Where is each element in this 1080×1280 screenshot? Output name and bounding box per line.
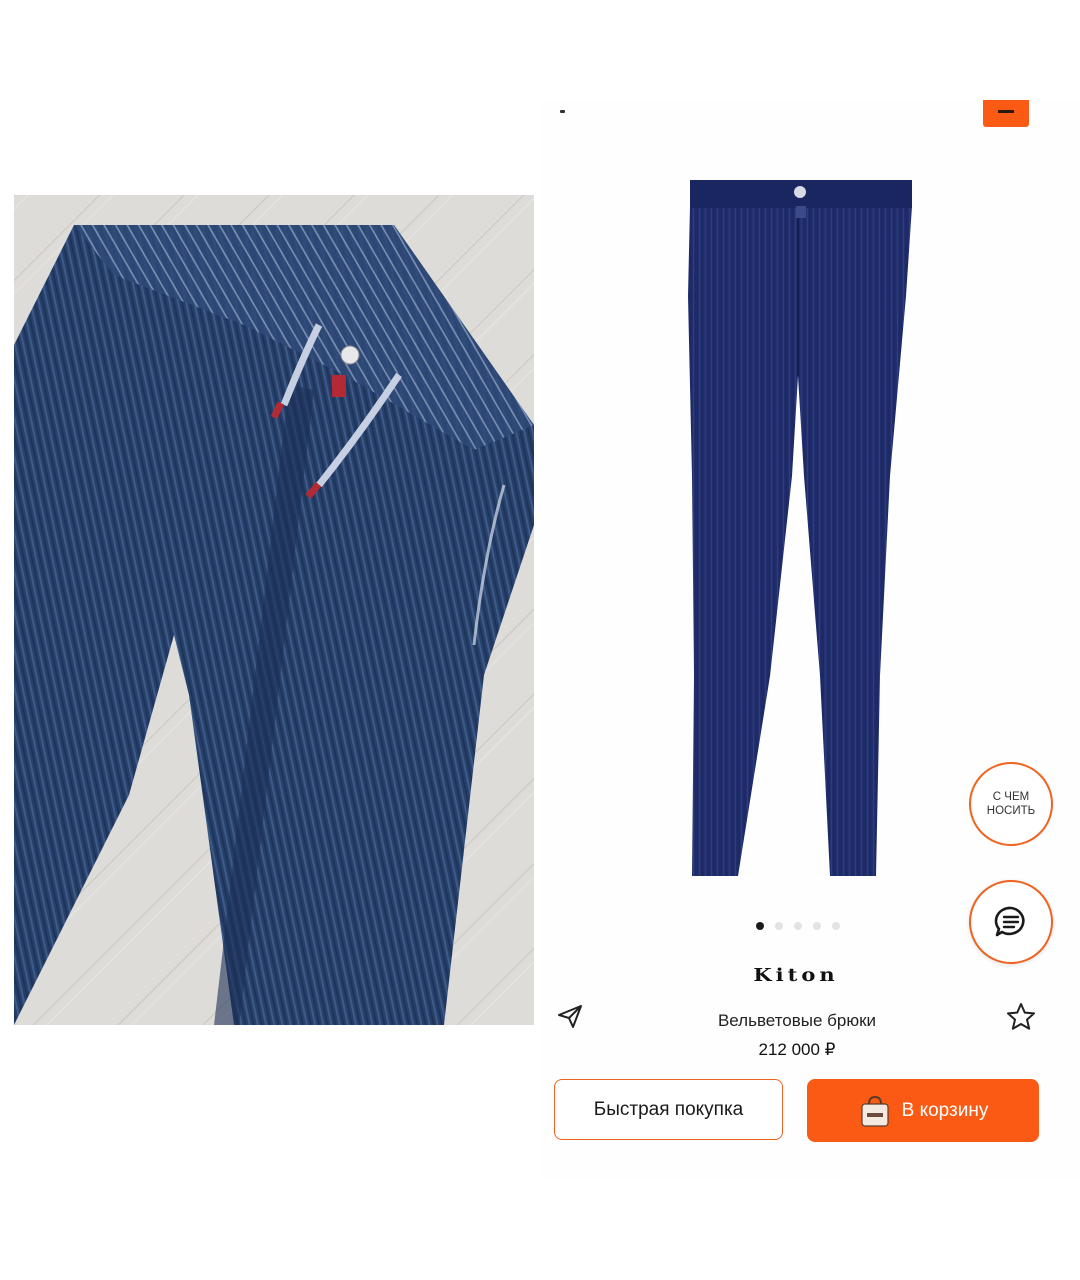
share-icon[interactable] [556,1002,584,1030]
chat-button[interactable] [969,880,1053,964]
pagination-dot[interactable] [756,922,764,930]
what-to-wear-button[interactable]: С ЧЕМ НОСИТЬ [969,762,1053,846]
pagination-dot[interactable] [775,922,783,930]
add-to-cart-button[interactable]: В корзину [807,1079,1039,1142]
quick-buy-label: Быстрая покупка [593,1098,744,1120]
chat-icon [994,906,1025,937]
what-to-wear-line2: НОСИТЬ [986,805,1036,817]
product-name: Вельветовые брюки [717,1011,877,1030]
menu-icon [998,110,1014,113]
menu-button[interactable] [983,100,1029,127]
what-to-wear-line1: С ЧЕМ [992,791,1030,803]
quick-buy-button[interactable]: Быстрая покупка [554,1079,783,1140]
pagination-dot[interactable] [832,922,840,930]
add-to-cart-label: В корзину [901,1099,989,1121]
customer-photo [14,195,534,1025]
gallery-pagination[interactable] [756,922,840,930]
status-mark [560,110,565,113]
pagination-dot[interactable] [813,922,821,930]
product-image[interactable] [680,176,920,886]
star-icon[interactable] [1005,1001,1037,1033]
product-price: 212 000 ₽ [758,1040,836,1059]
pagination-dot[interactable] [794,922,802,930]
shopping-bag-icon [861,1095,889,1127]
brand-logo[interactable]: Kiton [700,964,892,985]
